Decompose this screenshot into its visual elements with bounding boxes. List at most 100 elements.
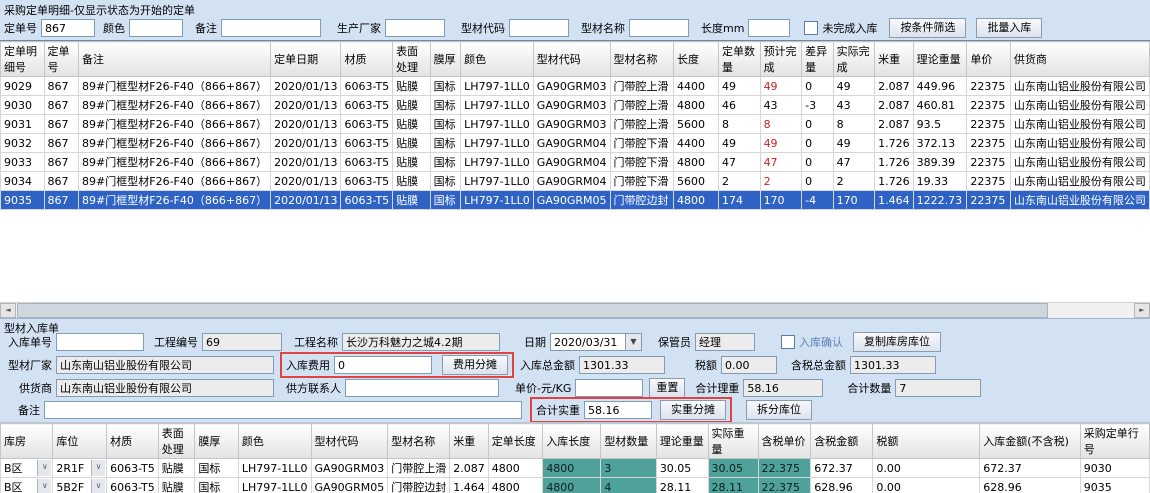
keeper-input[interactable] bbox=[695, 333, 755, 351]
column-header[interactable]: 入库金额(不含税) bbox=[980, 424, 1080, 459]
column-header[interactable]: 差异量 bbox=[802, 42, 834, 77]
column-header[interactable]: 定单日期 bbox=[271, 42, 341, 77]
scrollbar-thumb[interactable] bbox=[17, 303, 1048, 318]
manufacturer-filter-input[interactable] bbox=[385, 19, 445, 37]
project-name-input[interactable] bbox=[342, 333, 500, 351]
batch-inbound-button[interactable]: 批量入库 bbox=[976, 18, 1042, 38]
table-row[interactable]: 903486789#门框型材F26-F40（866+867）2020/01/13… bbox=[1, 172, 1150, 191]
split-location-button[interactable]: 拆分库位 bbox=[746, 400, 812, 420]
order-no-input[interactable] bbox=[41, 19, 95, 37]
table-row[interactable]: 903586789#门框型材F26-F40（866+867）2020/01/13… bbox=[1, 191, 1150, 210]
cell: 1.726 bbox=[875, 134, 914, 153]
fee-share-button[interactable]: 费用分摊 bbox=[442, 355, 508, 375]
column-header[interactable]: 长度 bbox=[674, 42, 719, 77]
cell: 89#门框型材F26-F40（866+867） bbox=[79, 172, 271, 191]
column-header[interactable]: 型材数量 bbox=[601, 424, 657, 459]
column-header[interactable]: 入库长度 bbox=[543, 424, 601, 459]
length-filter-input[interactable] bbox=[748, 19, 790, 37]
column-header[interactable]: 理论重量 bbox=[913, 42, 967, 77]
filter-by-condition-button[interactable]: 按条件筛选 bbox=[889, 18, 966, 38]
column-header[interactable]: 含税金额 bbox=[811, 424, 873, 459]
column-header[interactable]: 表面处理 bbox=[393, 42, 431, 77]
column-header[interactable]: 库房 bbox=[1, 424, 53, 459]
table-row[interactable]: 903086789#门框型材F26-F40（866+867）2020/01/13… bbox=[1, 96, 1150, 115]
profile-name-filter-input[interactable] bbox=[629, 19, 689, 37]
cell: 1222.73 bbox=[913, 191, 967, 210]
column-header[interactable]: 预计完成 bbox=[760, 42, 802, 77]
column-header[interactable]: 实际重量 bbox=[708, 424, 758, 459]
table-row[interactable]: 903386789#门框型材F26-F40（866+867）2020/01/13… bbox=[1, 153, 1150, 172]
column-header[interactable]: 材质 bbox=[341, 42, 393, 77]
column-header[interactable]: 材质 bbox=[107, 424, 159, 459]
cell: 22.375 bbox=[758, 459, 811, 478]
column-header[interactable]: 定单长度 bbox=[488, 424, 543, 459]
inbound-confirm-checkbox[interactable] bbox=[781, 335, 795, 349]
reset-button[interactable]: 重置 bbox=[649, 378, 685, 398]
cell: GA90GRM03 bbox=[533, 96, 610, 115]
tax-input[interactable] bbox=[721, 356, 777, 374]
dropdown-arrow-icon[interactable]: ∨ bbox=[91, 479, 105, 493]
column-header[interactable]: 颜色 bbox=[461, 42, 534, 77]
column-header[interactable]: 定单数量 bbox=[719, 42, 761, 77]
horizontal-scrollbar[interactable]: ◄ ► bbox=[0, 302, 1150, 318]
cell: 8 bbox=[833, 115, 875, 134]
column-header[interactable]: 型材名称 bbox=[388, 424, 450, 459]
column-header[interactable]: 膜厚 bbox=[195, 424, 238, 459]
table-row[interactable]: B区∨5B2F∨6063-T5贴膜国标LH797-1LL0GA90GRM05门带… bbox=[1, 478, 1150, 493]
dropdown-arrow-icon[interactable]: ∨ bbox=[37, 479, 51, 493]
table-row[interactable]: 903286789#门框型材F26-F40（866+867）2020/01/13… bbox=[1, 134, 1150, 153]
unit-price-input[interactable] bbox=[575, 379, 643, 397]
remark-filter-input[interactable] bbox=[221, 19, 321, 37]
actual-total-input[interactable] bbox=[584, 401, 652, 419]
column-header[interactable]: 采购定单行号 bbox=[1080, 424, 1149, 459]
color-filter-input[interactable] bbox=[129, 19, 183, 37]
actual-share-button[interactable]: 实重分摊 bbox=[660, 400, 726, 420]
column-header[interactable]: 米重 bbox=[450, 424, 489, 459]
dropdown-arrow-icon[interactable]: ∨ bbox=[37, 460, 51, 476]
theory-total-input[interactable] bbox=[743, 379, 823, 397]
project-no-input[interactable] bbox=[202, 333, 282, 351]
column-header[interactable]: 库位 bbox=[53, 424, 107, 459]
fee-input[interactable] bbox=[334, 356, 432, 374]
column-header[interactable]: 定单号 bbox=[44, 42, 79, 77]
unfinished-checkbox[interactable] bbox=[804, 21, 818, 35]
table-row[interactable]: B区∨2R1F∨6063-T5贴膜国标LH797-1LL0GA90GRM03门带… bbox=[1, 459, 1150, 478]
column-header[interactable]: 实际完成 bbox=[833, 42, 875, 77]
remark-input[interactable] bbox=[44, 401, 522, 419]
profile-code-filter-input[interactable] bbox=[509, 19, 569, 37]
column-header[interactable]: 单价 bbox=[967, 42, 1011, 77]
date-input[interactable] bbox=[550, 333, 626, 351]
cell: 0 bbox=[802, 172, 834, 191]
column-header[interactable]: 供货商 bbox=[1010, 42, 1149, 77]
factory-input[interactable] bbox=[56, 356, 274, 374]
cell: 门带腔上滑 bbox=[610, 77, 674, 96]
column-header[interactable]: 含税单价 bbox=[758, 424, 811, 459]
scrollbar-track[interactable] bbox=[16, 303, 1134, 318]
column-header[interactable]: 表面处理 bbox=[158, 424, 195, 459]
date-picker[interactable]: ▼ bbox=[550, 333, 642, 351]
column-header[interactable]: 型材代码 bbox=[533, 42, 610, 77]
table-row[interactable]: 902986789#门框型材F26-F40（866+867）2020/01/13… bbox=[1, 77, 1150, 96]
table-row[interactable]: 903186789#门框型材F26-F40（866+867）2020/01/13… bbox=[1, 115, 1150, 134]
scroll-left-icon[interactable]: ◄ bbox=[0, 303, 16, 318]
column-header[interactable]: 颜色 bbox=[238, 424, 311, 459]
copy-location-button[interactable]: 复制库房库位 bbox=[853, 332, 941, 352]
scroll-right-icon[interactable]: ► bbox=[1134, 303, 1150, 318]
qty-total-input[interactable] bbox=[895, 379, 981, 397]
column-header[interactable]: 膜厚 bbox=[430, 42, 461, 77]
supplier-input[interactable] bbox=[56, 379, 274, 397]
column-header[interactable]: 型材名称 bbox=[610, 42, 674, 77]
column-header[interactable]: 型材代码 bbox=[311, 424, 388, 459]
column-header[interactable]: 理论重量 bbox=[656, 424, 708, 459]
contact-input[interactable] bbox=[345, 379, 499, 397]
calendar-dropdown-icon[interactable]: ▼ bbox=[626, 333, 642, 351]
tax-total-input[interactable] bbox=[850, 356, 936, 374]
entry-no-input[interactable] bbox=[56, 333, 144, 351]
column-header[interactable]: 定单明细号 bbox=[1, 42, 45, 77]
dropdown-arrow-icon[interactable]: ∨ bbox=[91, 460, 105, 476]
total-amount-input[interactable] bbox=[579, 356, 665, 374]
column-header[interactable]: 米重 bbox=[875, 42, 914, 77]
column-header[interactable]: 税额 bbox=[873, 424, 980, 459]
column-header[interactable]: 备注 bbox=[79, 42, 271, 77]
tax-label: 税额 bbox=[695, 357, 717, 373]
